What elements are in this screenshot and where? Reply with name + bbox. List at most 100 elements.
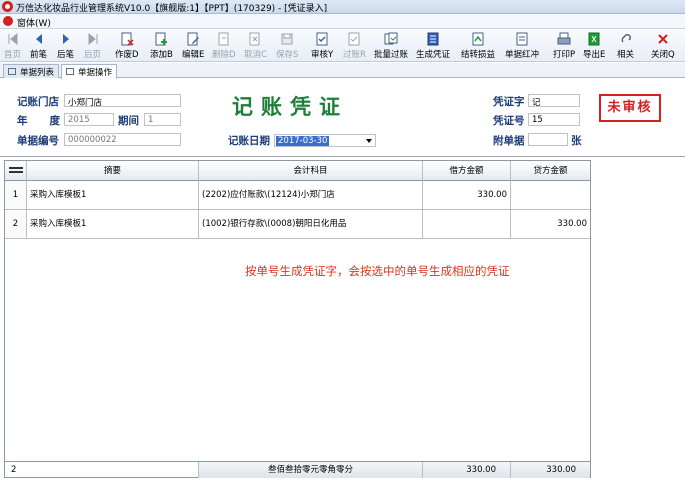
toolbar-button-label: 取消C — [244, 50, 267, 60]
menu-bar: 窗体(W) — [0, 14, 685, 29]
toolbar-button-label: 首页 — [4, 50, 22, 60]
voucher-word-field[interactable]: 记 — [528, 94, 580, 108]
row-number: 1 — [5, 181, 27, 210]
footer-amount-words: 叁佰叁拾零元零角零分 — [199, 462, 423, 478]
store-field[interactable]: 小郑门店 — [64, 94, 181, 108]
toolbar-button-label: 相关 — [617, 50, 635, 60]
cell-credit[interactable]: 330.00 — [511, 210, 590, 239]
col-header-credit[interactable]: 贷方金额 — [511, 161, 590, 181]
year-field[interactable]: 2015 — [64, 113, 114, 126]
list-icon — [8, 68, 16, 75]
toolbar-button-carry-forward[interactable]: 结转损益 — [461, 32, 495, 60]
date-label: 记账日期 — [228, 135, 270, 147]
grid-corner[interactable] — [5, 161, 27, 181]
toolbar-button-post[interactable]: 过账R — [343, 32, 366, 60]
toolbar-button-print[interactable]: 打印P — [553, 32, 575, 60]
save-icon — [280, 32, 294, 46]
audit-icon — [315, 32, 329, 46]
delete-icon — [217, 32, 231, 46]
toolbar-button-label: 添加B — [150, 50, 173, 60]
tab-strip: 单据列表 单据操作 — [0, 63, 685, 79]
batch-post-icon — [384, 32, 398, 46]
menu-lines-icon — [9, 167, 23, 169]
toolbar-button-label: 作废D — [115, 50, 139, 60]
toolbar-button-label: 前笔 — [30, 50, 48, 60]
col-header-summary[interactable]: 摘要 — [27, 161, 199, 181]
voucher-word-label: 凭证字 — [493, 96, 525, 108]
prev-icon — [32, 32, 46, 46]
toolbar-button-label: 过账R — [343, 50, 366, 60]
footer-debit-total: 330.00 — [423, 462, 511, 478]
col-header-account[interactable]: 会计科目 — [199, 161, 423, 181]
store-label: 记账门店 — [17, 96, 59, 108]
tab-document-operation[interactable]: 单据操作 — [61, 64, 118, 79]
toolbar-button-label: 后页 — [84, 50, 102, 60]
toolbar: 首页 前笔 后笔 后页 作废D 添加B 编辑E 删除D 取消C 保存S 审核Y 过账R 批量过账 生成凭证… — [0, 30, 685, 62]
period-field[interactable]: 1 — [144, 113, 181, 126]
toolbar-button-label: 单据红冲 — [505, 50, 540, 60]
menu-window[interactable]: 窗体(W) — [17, 16, 51, 29]
date-value: 2017-03-30 — [276, 136, 330, 146]
toolbar-button-delete[interactable]: 删除D — [212, 32, 236, 60]
red-reverse-icon — [515, 32, 529, 46]
toolbar-button-label: 结转损益 — [461, 50, 496, 60]
toolbar-button-edit[interactable]: 编辑E — [182, 32, 204, 60]
carry-forward-icon — [471, 32, 485, 46]
toolbar-button-close[interactable]: 关闭Q — [651, 32, 675, 60]
toolbar-button-add[interactable]: 添加B — [150, 32, 173, 60]
toolbar-button-audit[interactable]: 审核Y — [311, 32, 333, 60]
last-page-icon — [86, 32, 100, 46]
menu-logo-icon — [3, 16, 13, 26]
tab-document-list[interactable]: 单据列表 — [3, 64, 60, 78]
status-stamp: 未审核 — [599, 94, 661, 122]
toolbar-button-prev[interactable]: 前笔 — [30, 32, 47, 60]
voucher-title: 记账凭证 — [232, 94, 348, 119]
voucher-grid: 摘要 会计科目 借方金额 贷方金额 1 采购入库模板1 (2202)应付账款\(… — [4, 160, 591, 478]
toolbar-button-batch-post[interactable]: 批量过账 — [374, 32, 408, 60]
toolbar-button-generate-voucher[interactable]: 生成凭证 — [416, 32, 450, 60]
toolbar-button-label: 批量过账 — [374, 50, 409, 60]
cell-summary[interactable]: 采购入库模板1 — [27, 210, 199, 239]
toolbar-button-label: 保存S — [276, 50, 299, 60]
cell-debit[interactable]: 330.00 — [423, 181, 511, 210]
document-icon — [66, 68, 74, 75]
cell-debit[interactable] — [423, 210, 511, 239]
export-icon — [587, 32, 601, 46]
year-label: 年度 — [17, 115, 60, 127]
toolbar-button-label: 打印P — [553, 50, 576, 60]
toolbar-button-cancel[interactable]: 取消C — [244, 32, 267, 60]
voucher-no-label: 凭证号 — [493, 115, 525, 127]
related-icon — [619, 32, 633, 46]
toolbar-button-export[interactable]: 导出E — [583, 32, 605, 60]
toolbar-button-last-page[interactable]: 后页 — [84, 32, 101, 60]
toolbar-button-void[interactable]: 作废D — [115, 32, 139, 60]
cell-account[interactable]: (1002)银行存款\(0008)朝阳日化用品 — [199, 210, 423, 239]
first-page-icon — [6, 32, 20, 46]
cell-account[interactable]: (2202)应付账款\(12124)小郑门店 — [199, 181, 423, 210]
cancel-icon — [248, 32, 262, 46]
attachment-field[interactable] — [528, 133, 568, 146]
docno-field[interactable]: 000000022 — [64, 133, 181, 146]
voucher-no-field[interactable]: 15 — [528, 113, 580, 126]
date-picker[interactable]: 2017-03-30 — [274, 134, 376, 147]
toolbar-button-label: 后笔 — [57, 50, 75, 60]
window-title: 万信达化妆品行业管理系统V10.0【旗舰版:1】【PPT】(170329) - … — [16, 4, 328, 14]
window-titlebar: 万信达化妆品行业管理系统V10.0【旗舰版:1】【PPT】(170329) - … — [0, 0, 685, 14]
void-icon — [120, 32, 134, 46]
dropdown-arrow-icon[interactable] — [366, 139, 372, 143]
app-logo-icon — [2, 1, 13, 12]
footer-count: 2 — [5, 462, 199, 478]
docno-label: 单据编号 — [17, 135, 59, 147]
toolbar-button-first-page[interactable]: 首页 — [4, 32, 21, 60]
cell-summary[interactable]: 采购入库模板1 — [27, 181, 199, 210]
generate-voucher-icon — [426, 32, 440, 46]
toolbar-button-next[interactable]: 后笔 — [57, 32, 74, 60]
col-header-debit[interactable]: 借方金额 — [423, 161, 511, 181]
cell-credit[interactable] — [511, 181, 590, 210]
toolbar-button-related[interactable]: 相关 — [617, 32, 634, 60]
next-icon — [59, 32, 73, 46]
toolbar-button-save[interactable]: 保存S — [276, 32, 298, 60]
toolbar-button-red-reverse[interactable]: 单据红冲 — [505, 32, 539, 60]
toolbar-button-label: 关闭Q — [651, 50, 675, 60]
instruction-note: 按单号生成凭证字，会按选中的单号生成相应的凭证 — [245, 264, 510, 278]
